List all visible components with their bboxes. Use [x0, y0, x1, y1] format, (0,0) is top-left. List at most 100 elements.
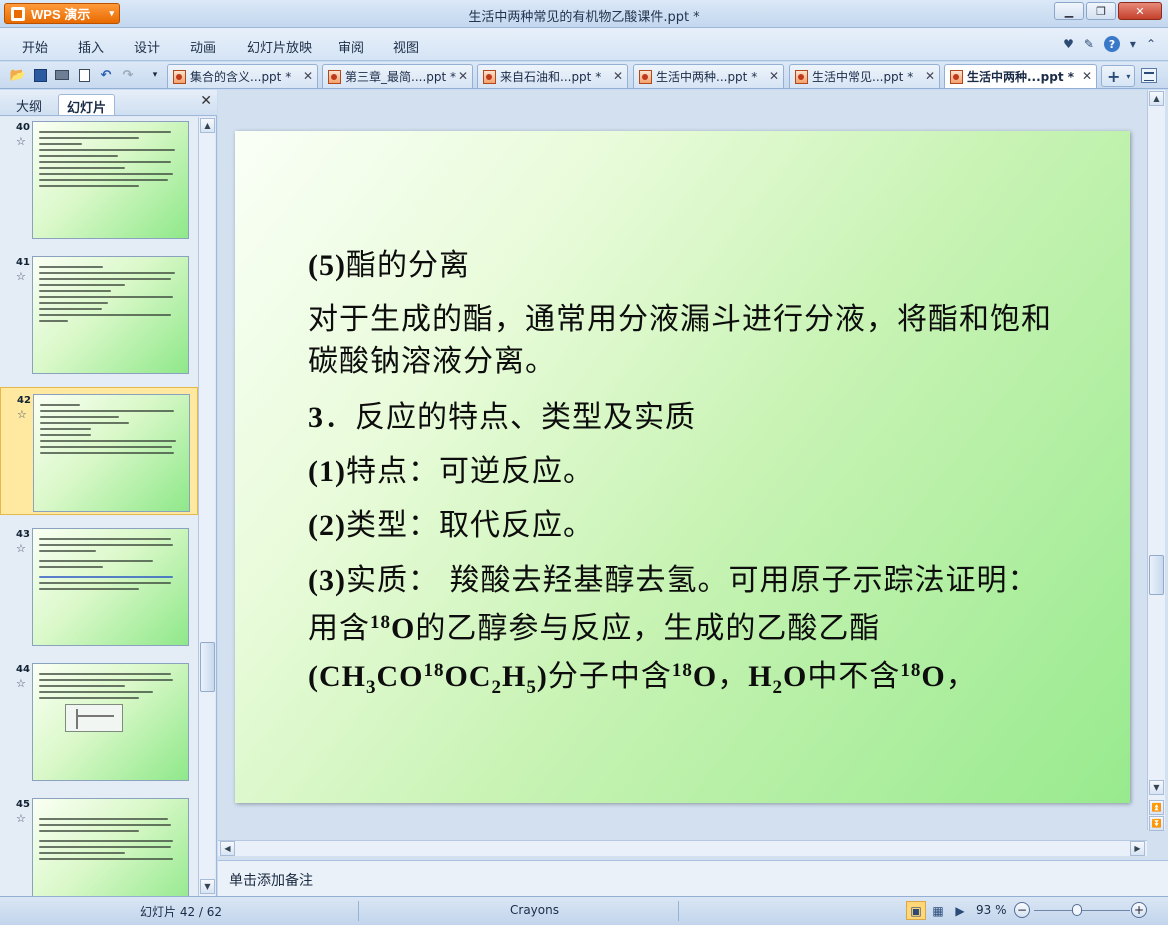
- print-icon[interactable]: [53, 66, 71, 84]
- close-tab-icon[interactable]: ✕: [613, 69, 623, 83]
- normal-view-icon[interactable]: ▣: [906, 901, 926, 920]
- menu-insert[interactable]: 插入: [78, 37, 104, 56]
- scroll-up-icon[interactable]: ▲: [200, 118, 215, 133]
- doc-tab-6-active[interactable]: 生活中两种...ppt * ✕: [944, 64, 1097, 88]
- slide-section-heading[interactable]: 3．反应的特点、类型及实质: [308, 397, 1068, 439]
- close-tab-icon[interactable]: ✕: [458, 69, 468, 83]
- formula-subscript: 2: [772, 677, 784, 698]
- close-tab-icon[interactable]: ✕: [303, 69, 313, 83]
- status-bar: 幻灯片 42 / 62 Crayons ▣ ▦ ▶ 93 % − +: [0, 896, 1168, 925]
- scrollbar-thumb[interactable]: [200, 642, 215, 692]
- quick-access-dropdown-icon[interactable]: ▾: [146, 66, 164, 84]
- doc-tab-4[interactable]: 生活中两种...ppt * ✕: [633, 64, 784, 88]
- close-tab-icon[interactable]: ✕: [769, 69, 779, 83]
- help-icon[interactable]: ?: [1103, 36, 1120, 52]
- thumbnail-number: 43: [16, 529, 30, 540]
- thumbnail-slide-45[interactable]: 45 ☆: [0, 792, 198, 896]
- open-folder-icon[interactable]: 📂: [9, 66, 27, 84]
- close-window-button[interactable]: ✕: [1118, 2, 1162, 20]
- thumbnail-slide-41[interactable]: 41 ☆: [0, 250, 198, 376]
- point-text: ，: [945, 659, 977, 694]
- doc-tab-label: 第三章_最简....ppt *: [345, 70, 457, 84]
- zoom-slider-handle[interactable]: [1072, 904, 1082, 916]
- undo-icon[interactable]: ↶: [97, 66, 115, 84]
- theme-name: Crayons: [510, 903, 559, 917]
- slide-sorter-view-icon[interactable]: ▦: [928, 901, 948, 920]
- current-slide[interactable]: (5)酯的分离 对于生成的酯，通常用分液漏斗进行分液，将酯和饱和碳酸钠溶液分离。…: [235, 131, 1130, 803]
- notes-placeholder[interactable]: 单击添加备注: [229, 870, 313, 890]
- zoom-slider-track[interactable]: [1034, 910, 1130, 911]
- document-tab-bar: 📂 ↶ ↷ ▾ 集合的含义...ppt * ✕ 第三章_最简....ppt * …: [0, 62, 1168, 89]
- previous-slide-icon[interactable]: ⏫: [1149, 800, 1164, 815]
- section-number: 3: [308, 401, 324, 434]
- slide-point-type[interactable]: (2)类型：取代反应。: [308, 505, 1068, 547]
- close-icon: ✕: [1135, 4, 1145, 18]
- water-hydrogen: H: [748, 660, 773, 693]
- ppt-file-icon: [795, 69, 808, 84]
- menu-design[interactable]: 设计: [134, 37, 160, 56]
- close-panel-icon[interactable]: ✕: [200, 93, 212, 109]
- doc-tab-1[interactable]: 集合的含义...ppt * ✕: [167, 64, 318, 88]
- tab-outline[interactable]: 大纲: [8, 94, 50, 115]
- slide-point-features[interactable]: (1)特点：可逆反应。: [308, 451, 1068, 493]
- customize-icon[interactable]: ✎: [1084, 37, 1094, 51]
- thumbnail-image: [32, 663, 189, 781]
- doc-tab-3[interactable]: 来自石油和...ppt * ✕: [477, 64, 628, 88]
- collapse-ribbon-icon[interactable]: ⌃: [1146, 37, 1156, 51]
- print-preview-icon[interactable]: [75, 66, 93, 84]
- status-divider: [678, 901, 679, 921]
- zoom-in-icon[interactable]: +: [1131, 902, 1147, 918]
- tab-slides[interactable]: 幻灯片: [58, 94, 116, 116]
- slide-paragraph-separation[interactable]: 对于生成的酯，通常用分液漏斗进行分液，将酯和饱和碳酸钠溶液分离。: [308, 299, 1068, 383]
- menu-review[interactable]: 审阅: [338, 37, 364, 56]
- slide-point-essence[interactable]: (3)实质： 羧酸去羟基醇去氢。可用原子示踪法证明：用含18O的乙醇参与反应，生…: [308, 560, 1068, 709]
- thumbnail-number: 42: [17, 395, 31, 406]
- scroll-right-icon[interactable]: ▶: [1130, 841, 1145, 856]
- notes-pane[interactable]: 单击添加备注: [218, 860, 1168, 896]
- skin-shirt-icon[interactable]: ♥: [1063, 37, 1074, 51]
- minimize-button[interactable]: ▁: [1054, 2, 1084, 20]
- new-tab-button[interactable]: + ▾: [1101, 65, 1135, 87]
- close-tab-icon[interactable]: ✕: [925, 69, 935, 83]
- thumbnail-slide-44[interactable]: 44 ☆: [0, 657, 198, 783]
- thumbnail-slide-40[interactable]: 40 ☆: [0, 117, 198, 241]
- scrollbar-thumb[interactable]: [1149, 555, 1164, 595]
- doc-tab-label: 生活中常见...ppt *: [812, 70, 914, 84]
- zoom-level[interactable]: 93 %: [976, 903, 1007, 917]
- redo-icon[interactable]: ↷: [119, 66, 137, 84]
- formula-part: CO: [376, 660, 424, 693]
- help-dropdown-icon[interactable]: ▾: [1130, 37, 1136, 51]
- point-text: ，: [717, 659, 749, 694]
- menu-animation[interactable]: 动画: [190, 37, 216, 56]
- slideshow-view-icon[interactable]: ▶: [950, 901, 970, 920]
- slide-heading[interactable]: (5)酯的分离: [308, 245, 1068, 287]
- thumbnail-slide-43[interactable]: 43 ☆: [0, 522, 198, 648]
- scroll-down-icon[interactable]: ▼: [200, 879, 215, 894]
- scroll-left-icon[interactable]: ◀: [220, 841, 235, 856]
- slide-horizontal-scrollbar[interactable]: ◀ ▶: [218, 840, 1147, 856]
- slide-editor: (5)酯的分离 对于生成的酯，通常用分液漏斗进行分液，将酯和饱和碳酸钠溶液分离。…: [218, 90, 1168, 860]
- menu-slideshow[interactable]: 幻灯片放映: [247, 37, 312, 56]
- tab-list-button[interactable]: [1141, 68, 1157, 83]
- thumbnail-slide-42-selected[interactable]: 42 ☆: [0, 387, 198, 515]
- thumbnail-scrollbar[interactable]: ▲ ▼: [198, 117, 215, 896]
- formula-part: OC: [444, 660, 492, 693]
- ppt-file-icon: [639, 69, 652, 84]
- next-slide-icon[interactable]: ⏬: [1149, 816, 1164, 831]
- point-text: 特点：可逆反应。: [345, 454, 594, 489]
- slide-vertical-scrollbar[interactable]: ▲ ▼ ⏫ ⏬: [1147, 90, 1165, 831]
- animation-star-icon: ☆: [16, 542, 26, 555]
- title-bar: WPS 演示 ▾ 生活中两种常见的有机物乙酸课件.ppt * ▁ ❐ ✕: [0, 0, 1168, 28]
- scroll-down-icon[interactable]: ▼: [1149, 780, 1164, 795]
- doc-tab-5[interactable]: 生活中常见...ppt * ✕: [789, 64, 940, 88]
- zoom-out-icon[interactable]: −: [1014, 902, 1030, 918]
- menu-view[interactable]: 视图: [393, 37, 419, 56]
- close-tab-icon[interactable]: ✕: [1082, 69, 1092, 83]
- maximize-button[interactable]: ❐: [1086, 2, 1116, 20]
- scroll-up-icon[interactable]: ▲: [1149, 91, 1164, 106]
- save-icon[interactable]: [31, 66, 49, 84]
- ppt-file-icon: [328, 69, 341, 84]
- doc-tab-2[interactable]: 第三章_最简....ppt * ✕: [322, 64, 473, 88]
- restore-icon: ❐: [1096, 4, 1106, 18]
- menu-home[interactable]: 开始: [22, 37, 48, 56]
